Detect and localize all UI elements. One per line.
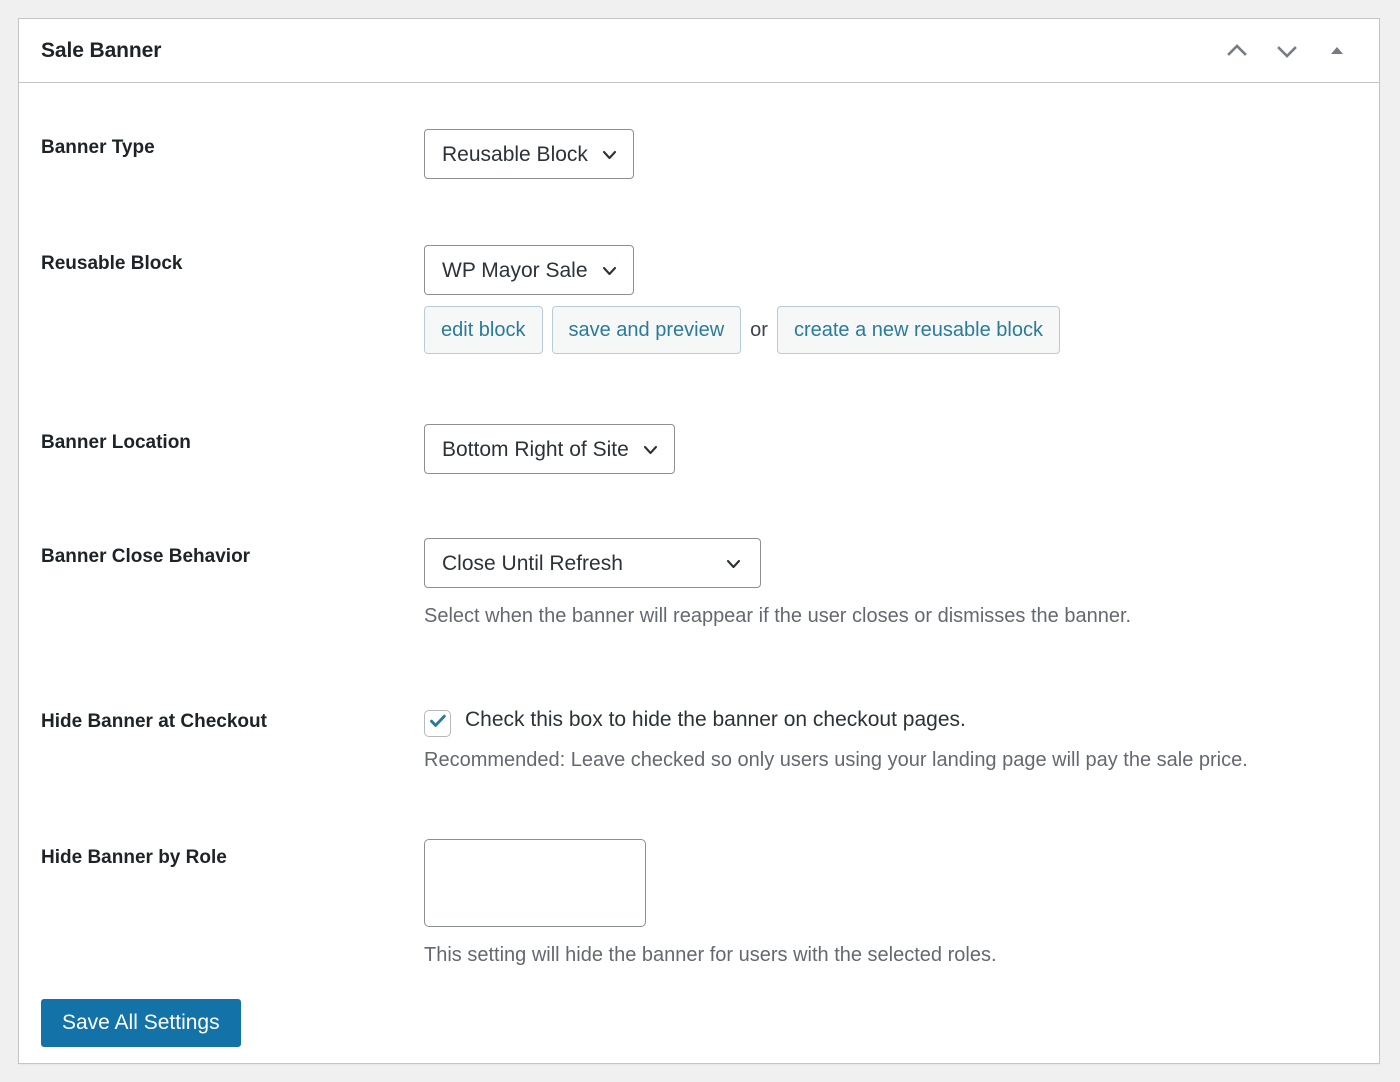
metabox-header-actions bbox=[1215, 29, 1359, 73]
move-down-button[interactable] bbox=[1265, 29, 1309, 73]
reusable-block-value: WP Mayor Sale bbox=[442, 258, 588, 282]
hide-by-role-help: This setting will hide the banner for us… bbox=[424, 944, 997, 967]
metabox-header: Sale Banner bbox=[19, 19, 1379, 83]
toggle-panel-button[interactable] bbox=[1315, 29, 1359, 73]
move-up-icon bbox=[1224, 38, 1250, 64]
banner-type-select[interactable]: Reusable Block bbox=[424, 129, 634, 179]
hide-by-role-multiselect[interactable] bbox=[424, 839, 646, 928]
field-row-banner-location: Banner Location Bottom Right of Site bbox=[19, 424, 1379, 474]
hide-at-checkout-checkbox-label[interactable]: Check this box to hide the banner on che… bbox=[465, 705, 966, 735]
field-row-hide-at-checkout: Hide Banner at Checkout Check this box t… bbox=[19, 703, 1379, 778]
metabox-body: Banner Type Reusable Block Reusable Bloc… bbox=[19, 129, 1379, 1048]
reusable-block-select[interactable]: WP Mayor Sale bbox=[424, 245, 634, 295]
reusable-block-field: WP Mayor Sale edit block save and previe… bbox=[424, 245, 1357, 354]
page-title: Sale Banner bbox=[41, 38, 162, 62]
or-separator: or bbox=[750, 318, 768, 341]
footer-actions: Save All Settings bbox=[19, 999, 1379, 1048]
field-row-hide-by-role: Hide Banner by Role This setting will hi… bbox=[19, 839, 1379, 971]
save-all-settings-button[interactable]: Save All Settings bbox=[41, 999, 241, 1048]
chevron-down-icon bbox=[599, 144, 620, 165]
banner-close-behavior-help: Select when the banner will reappear if … bbox=[424, 605, 1132, 627]
hide-by-role-label: Hide Banner by Role bbox=[41, 847, 227, 869]
banner-location-field: Bottom Right of Site bbox=[424, 424, 1357, 474]
hide-by-role-field: This setting will hide the banner for us… bbox=[424, 839, 1357, 971]
save-and-preview-button[interactable]: save and preview bbox=[551, 306, 742, 354]
field-row-banner-type: Banner Type Reusable Block bbox=[19, 129, 1379, 179]
hide-at-checkout-help: Recommended: Leave checked so only users… bbox=[424, 749, 1248, 771]
hide-at-checkout-label: Hide Banner at Checkout bbox=[41, 711, 267, 732]
create-new-reusable-block-button[interactable]: create a new reusable block bbox=[776, 306, 1060, 354]
hide-at-checkout-checkbox[interactable] bbox=[424, 710, 451, 737]
move-up-button[interactable] bbox=[1215, 29, 1259, 73]
banner-location-value: Bottom Right of Site bbox=[442, 437, 629, 461]
chevron-down-icon bbox=[723, 553, 744, 574]
banner-close-behavior-label: Banner Close Behavior bbox=[41, 546, 251, 567]
banner-type-label: Banner Type bbox=[41, 137, 155, 158]
move-down-icon bbox=[1274, 38, 1300, 64]
banner-type-field: Reusable Block bbox=[424, 129, 1357, 179]
banner-close-behavior-select[interactable]: Close Until Refresh bbox=[424, 538, 761, 588]
toggle-panel-icon bbox=[1326, 40, 1348, 62]
banner-location-select[interactable]: Bottom Right of Site bbox=[424, 424, 675, 474]
checkmark-icon bbox=[428, 711, 448, 736]
chevron-down-icon bbox=[599, 260, 620, 281]
reusable-block-actions: edit block save and preview or create a … bbox=[424, 306, 1357, 354]
banner-close-behavior-field: Close Until Refresh Select when the bann… bbox=[424, 538, 1357, 632]
chevron-down-icon bbox=[640, 439, 661, 460]
hide-at-checkout-field: Check this box to hide the banner on che… bbox=[424, 703, 1357, 778]
sale-banner-metabox: Sale Banner Banner Type Reusable Block R… bbox=[18, 18, 1380, 1064]
banner-type-value: Reusable Block bbox=[442, 142, 588, 166]
banner-close-behavior-value: Close Until Refresh bbox=[442, 551, 623, 575]
field-row-banner-close-behavior: Banner Close Behavior Close Until Refres… bbox=[19, 538, 1379, 632]
field-row-reusable-block: Reusable Block WP Mayor Sale edit block … bbox=[19, 245, 1379, 354]
edit-block-button[interactable]: edit block bbox=[424, 306, 543, 354]
reusable-block-label: Reusable Block bbox=[41, 253, 183, 274]
hide-at-checkout-checkbox-line: Check this box to hide the banner on che… bbox=[424, 703, 1357, 737]
banner-location-label: Banner Location bbox=[41, 432, 191, 453]
